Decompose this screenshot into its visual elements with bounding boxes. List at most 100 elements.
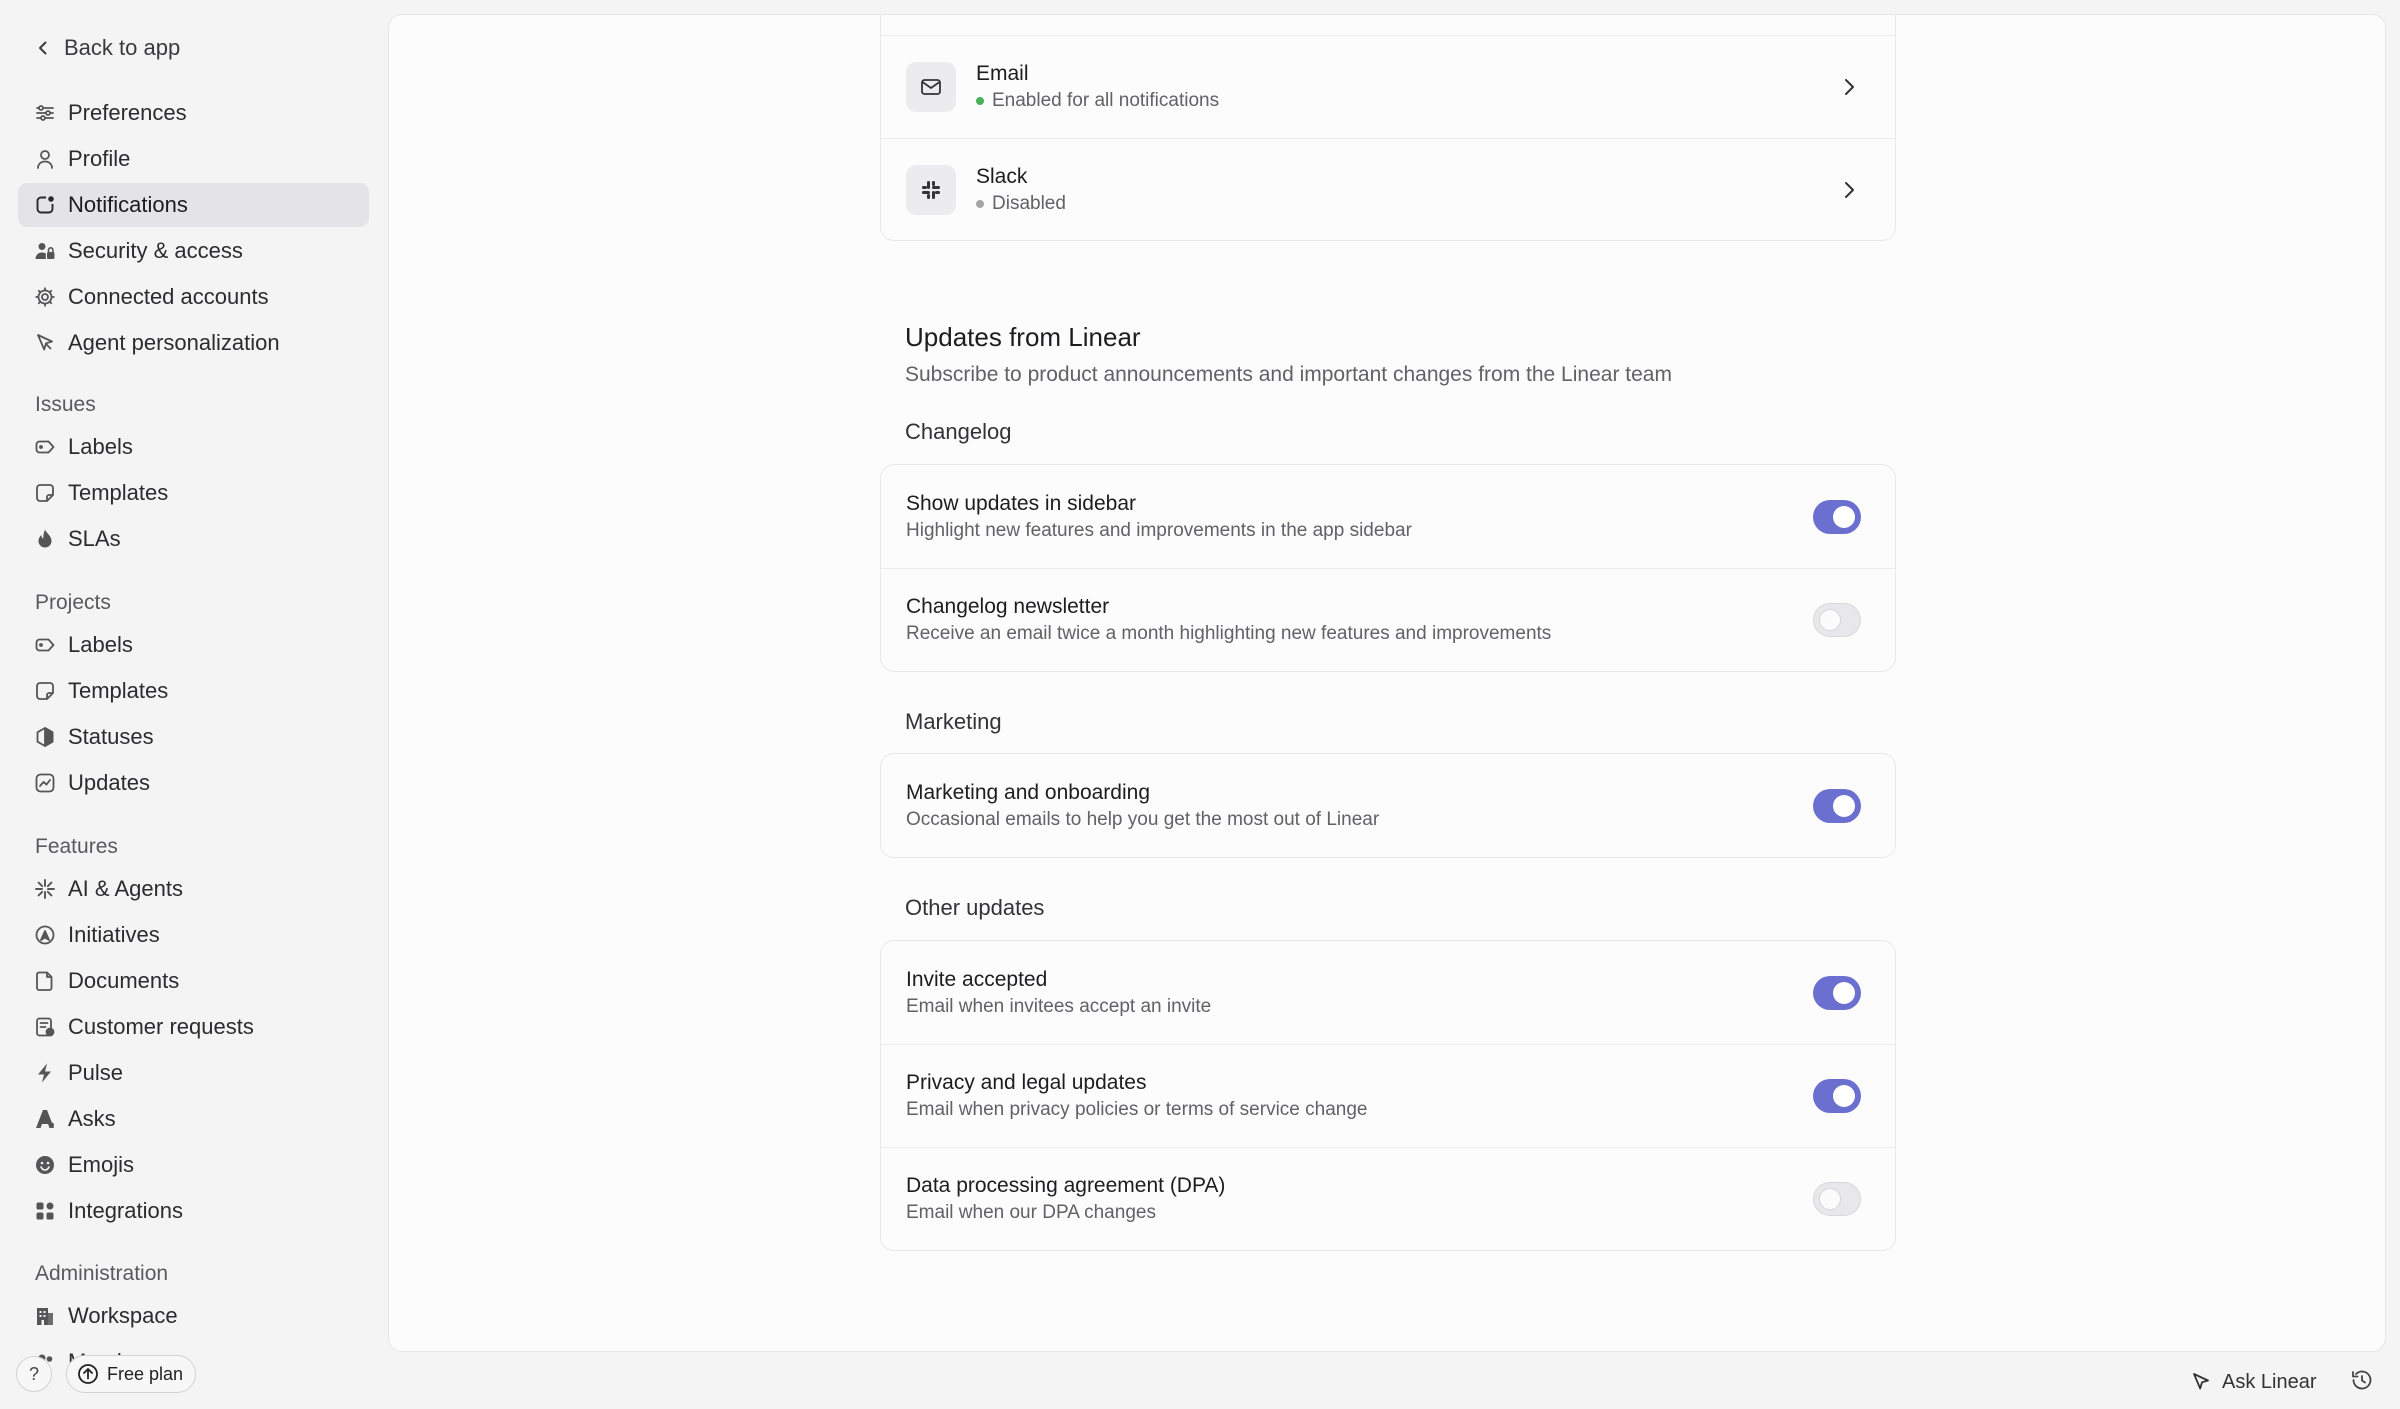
sidebar-item-label: Updates	[68, 770, 150, 795]
toggle-knob	[1833, 794, 1855, 817]
back-to-app-link[interactable]: Back to app	[34, 30, 180, 66]
settings-panel: Email Enabled for all notifications Slac…	[388, 14, 2386, 1352]
pulse-icon	[34, 1062, 56, 1084]
projects-nav: Projects Labels Templates Statuses Updat…	[18, 583, 369, 807]
notification-icon	[34, 194, 56, 216]
chevron-right-icon[interactable]	[1837, 178, 1861, 202]
sidebar-item-initiatives[interactable]: Initiatives	[18, 913, 369, 957]
sidebar-item-preferences[interactable]: Preferences	[18, 91, 369, 135]
sidebar-item-agent-personalization[interactable]: Agent personalization	[18, 321, 369, 365]
marketing-onboarding-toggle[interactable]	[1813, 788, 1861, 823]
sidebar-item-emojis[interactable]: Emojis	[18, 1143, 369, 1187]
setting-row-changelog-newsletter: Changelog newsletter Receive an email tw…	[881, 568, 1895, 671]
setting-description: Email when our DPA changes	[906, 1202, 1156, 1223]
projects-heading: Projects	[35, 591, 111, 614]
invite-accepted-toggle[interactable]	[1813, 975, 1861, 1010]
other-updates-heading: Other updates	[905, 895, 1045, 920]
upgrade-icon	[78, 1364, 98, 1384]
setting-title: Marketing and onboarding	[906, 780, 1151, 804]
free-plan-label: Free plan	[107, 1363, 184, 1384]
sidebar-item-label: Connected accounts	[68, 284, 269, 309]
channel-row-email[interactable]: Email Enabled for all notifications	[881, 35, 1895, 138]
updates-section-title: Updates from Linear	[905, 322, 1141, 352]
sidebar-item-issue-templates[interactable]: Templates	[18, 471, 369, 515]
other-updates-card: Invite accepted Email when invitees acce…	[880, 940, 1896, 1251]
sidebar-item-label: Labels	[68, 434, 133, 459]
sidebar-item-slas[interactable]: SLAs	[18, 517, 369, 561]
sidebar-item-label: Preferences	[68, 100, 187, 125]
setting-row-invite-accepted: Invite accepted Email when invitees acce…	[881, 941, 1895, 1044]
dpa-toggle[interactable]	[1813, 1182, 1861, 1216]
setting-description: Occasional emails to help you get the mo…	[906, 808, 1380, 830]
gear-icon	[34, 286, 56, 308]
sidebar-item-integrations[interactable]: Integrations	[18, 1189, 369, 1233]
changelog-card: Show updates in sidebar Highlight new fe…	[880, 464, 1896, 672]
setting-description: Highlight new features and improvements …	[906, 519, 1412, 541]
sidebar-item-label: AI & Agents	[68, 876, 183, 901]
setting-text: Show updates in sidebar Highlight new fe…	[906, 490, 1412, 544]
history-icon[interactable]	[2350, 1368, 2374, 1392]
sidebar-item-statuses[interactable]: Statuses	[18, 715, 369, 759]
sidebar-item-label: Labels	[68, 632, 133, 657]
channel-status-text: Enabled for all notifications	[992, 90, 1220, 111]
flame-icon	[34, 528, 56, 550]
channels-card-top-row	[881, 15, 1895, 35]
label-icon	[34, 436, 56, 458]
sidebar-item-project-templates[interactable]: Templates	[18, 669, 369, 713]
show-updates-sidebar-toggle[interactable]	[1813, 499, 1861, 534]
updates-section-subtitle: Subscribe to product announcements and i…	[905, 363, 1672, 386]
sidebar-item-label: Profile	[68, 146, 131, 171]
sidebar-item-connected-accounts[interactable]: Connected accounts	[18, 275, 369, 319]
chevron-left-icon	[39, 41, 47, 55]
setting-description: Email when privacy policies or terms of …	[906, 1099, 1368, 1120]
channel-status: Disabled	[976, 191, 1066, 217]
setting-text: Marketing and onboarding Occasional emai…	[906, 779, 1379, 833]
features-heading: Features	[35, 835, 118, 858]
chevron-right-icon[interactable]	[1837, 75, 1861, 99]
sidebar-item-label: Integrations	[68, 1198, 183, 1223]
toggle-knob	[1819, 1187, 1841, 1210]
setting-title: Invite accepted	[906, 967, 1048, 991]
setting-description: Receive an email twice a month highlight…	[906, 623, 1552, 644]
free-plan-button[interactable]: Free plan	[66, 1355, 197, 1393]
template-icon	[34, 680, 56, 702]
sidebar-item-label: Security & access	[68, 238, 243, 263]
privacy-legal-toggle[interactable]	[1813, 1079, 1861, 1113]
sidebar-item-workspace[interactable]: Workspace	[18, 1294, 369, 1338]
sidebar-item-label: Notifications	[68, 192, 188, 217]
channels-card: Email Enabled for all notifications Slac…	[880, 15, 1896, 241]
sidebar-item-label: Asks	[68, 1106, 116, 1131]
setting-title: Privacy and legal updates	[906, 1071, 1147, 1094]
ask-linear-label: Ask Linear	[2222, 1370, 2317, 1393]
setting-description: Email when invitees accept an invite	[906, 995, 1212, 1017]
help-button[interactable]: ?	[16, 1356, 52, 1392]
ask-linear-button[interactable]: Ask Linear	[2190, 1366, 2317, 1398]
features-nav: Features AI & Agents Initiatives Documen…	[18, 827, 369, 1235]
sidebar-item-asks[interactable]: Asks	[18, 1097, 369, 1141]
building-icon	[34, 1305, 56, 1327]
status-dot-enabled	[976, 97, 984, 105]
channel-row-slack[interactable]: Slack Disabled	[881, 138, 1895, 241]
sidebar-item-security[interactable]: Security & access	[18, 229, 369, 273]
sidebar-item-customer-requests[interactable]: Customer requests	[18, 1005, 369, 1049]
setting-row-dpa: Data processing agreement (DPA) Email wh…	[881, 1147, 1895, 1250]
sidebar-item-issue-labels[interactable]: Labels	[18, 425, 369, 469]
changelog-newsletter-toggle[interactable]	[1813, 603, 1861, 637]
setting-text: Data processing agreement (DPA) Email wh…	[906, 1172, 1225, 1226]
template-icon	[34, 482, 56, 504]
sidebar-item-pulse[interactable]: Pulse	[18, 1051, 369, 1095]
hexagon-icon	[34, 726, 56, 748]
sidebar-item-documents[interactable]: Documents	[18, 959, 369, 1003]
grid-icon	[34, 1200, 56, 1222]
sidebar-item-ai-agents[interactable]: AI & Agents	[18, 867, 369, 911]
sidebar-item-notifications[interactable]: Notifications	[18, 183, 369, 227]
toggle-knob	[1833, 1085, 1855, 1107]
changelog-heading: Changelog	[905, 419, 1012, 444]
channel-name: Email	[976, 62, 1029, 85]
sidebar-item-updates[interactable]: Updates	[18, 761, 369, 805]
sliders-icon	[34, 102, 56, 124]
sidebar-item-label: Templates	[68, 480, 169, 505]
sparkle-icon	[34, 878, 56, 900]
sidebar-item-profile[interactable]: Profile	[18, 137, 369, 181]
sidebar-item-project-labels[interactable]: Labels	[18, 623, 369, 667]
